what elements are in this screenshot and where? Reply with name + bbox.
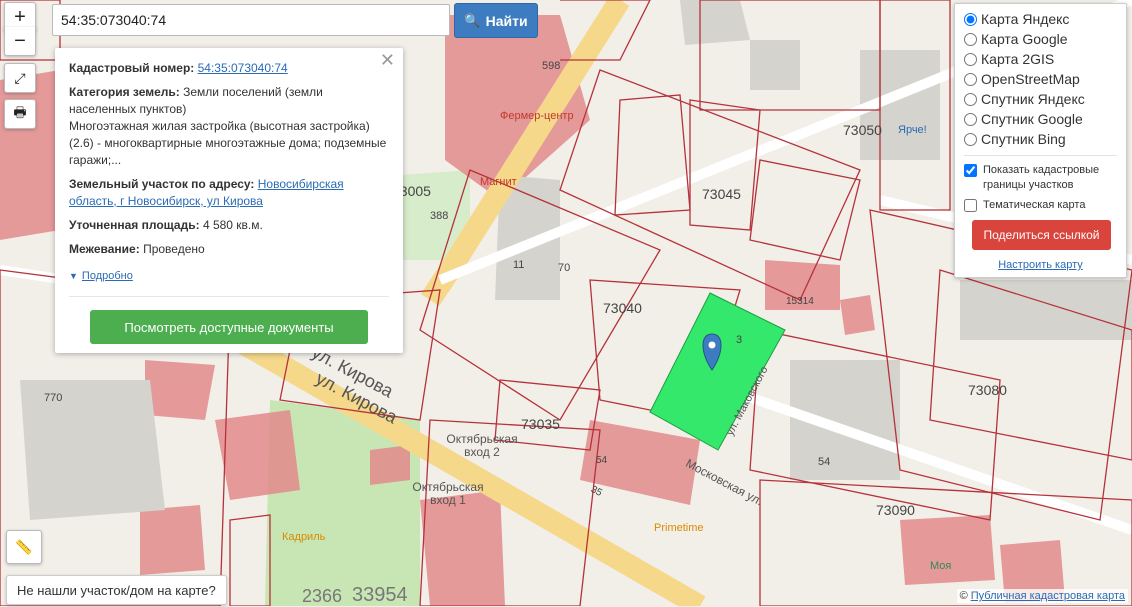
layer-option-label: Спутник Яндекс (981, 91, 1085, 107)
details-link[interactable]: Подробно (82, 268, 133, 285)
address-row: Земельный участок по адресу: Новосибирск… (69, 176, 389, 210)
survey-label: Межевание: (69, 242, 140, 256)
cadastral-number-label: Кадастровый номер: (69, 61, 195, 75)
print-icon[interactable]: 🖶 (4, 99, 36, 129)
show-boundaries-option[interactable]: Показать кадастровые границы участков (964, 163, 1117, 193)
layer-option-osm[interactable]: OpenStreetMap (964, 69, 1117, 89)
area-value: 4 580 кв.м. (202, 218, 263, 232)
layer-radio[interactable] (964, 12, 977, 26)
thematic-map-checkbox[interactable] (964, 199, 977, 212)
search-input[interactable] (52, 4, 450, 36)
layer-radio[interactable] (964, 112, 977, 126)
caret-down-icon: ▼ (69, 271, 78, 281)
copyright-symbol: © (959, 590, 968, 602)
layer-option-yandex-satellite[interactable]: Спутник Яндекс (964, 89, 1117, 109)
survey-row: Межевание: Проведено (69, 241, 389, 258)
close-icon[interactable]: ✕ (380, 51, 395, 69)
layer-radio[interactable] (964, 92, 977, 106)
layer-option-google-map[interactable]: Карта Google (964, 29, 1117, 49)
layer-radio[interactable] (964, 72, 977, 86)
details-toggle[interactable]: ▼ Подробно (69, 268, 389, 285)
fullscreen-icon[interactable]: ⤢ (4, 63, 36, 93)
land-category-label: Категория земель: (69, 85, 180, 99)
attribution: © Публичная кадастровая карта (956, 589, 1128, 603)
area-label: Уточненная площадь: (69, 218, 200, 232)
cadastral-number-row: Кадастровый номер: 54:35:073040:74 (69, 60, 389, 77)
layer-panel-divider (964, 155, 1117, 156)
layer-option-label: Спутник Bing (981, 131, 1066, 147)
thematic-map-label: Тематическая карта (983, 199, 1086, 211)
layer-option-label: Карта 2GIS (981, 51, 1055, 67)
parcel-info-popup: ✕ Кадастровый номер: 54:35:073040:74 Кат… (55, 48, 403, 353)
layer-option-label: Спутник Google (981, 111, 1083, 127)
map-settings-link[interactable]: Настроить карту (964, 259, 1117, 271)
layer-option-2gis-map[interactable]: Карта 2GIS (964, 49, 1117, 69)
land-category-row: Категория земель: Земли поселений (земли… (69, 84, 389, 169)
attribution-link[interactable]: Публичная кадастровая карта (971, 590, 1125, 602)
search-button-label: Найти (485, 12, 528, 29)
layer-radio[interactable] (964, 32, 977, 46)
layer-option-yandex-map[interactable]: Карта Яндекс (964, 9, 1117, 29)
search-icon: 🔍 (464, 12, 481, 28)
ruler-icon[interactable]: 📏 (6, 530, 42, 564)
layer-switcher-panel: Карта Яндекс Карта Google Карта 2GIS Ope… (954, 3, 1127, 278)
layer-radio[interactable] (964, 132, 977, 146)
view-documents-button[interactable]: Посмотреть доступные документы (90, 310, 368, 344)
cadastral-number-link[interactable]: 54:35:073040:74 (198, 61, 288, 75)
popup-divider (69, 296, 389, 297)
zoom-out-button[interactable]: − (4, 27, 36, 56)
layer-option-bing-satellite[interactable]: Спутник Bing (964, 129, 1117, 149)
show-boundaries-label: Показать кадастровые границы участков (983, 164, 1100, 191)
search-button[interactable]: 🔍 Найти (454, 3, 538, 38)
address-label: Земельный участок по адресу: (69, 177, 255, 191)
show-boundaries-checkbox[interactable] (964, 164, 977, 177)
layer-option-label: Карта Google (981, 31, 1068, 47)
survey-value: Проведено (143, 242, 205, 256)
layer-option-label: Карта Яндекс (981, 11, 1070, 27)
land-usage-text: Многоэтажная жилая застройка (высотная з… (69, 119, 387, 167)
thematic-map-option[interactable]: Тематическая карта (964, 198, 1117, 213)
layer-option-google-satellite[interactable]: Спутник Google (964, 109, 1117, 129)
share-link-button[interactable]: Поделиться ссылкой (972, 220, 1111, 250)
layer-option-label: OpenStreetMap (981, 71, 1080, 87)
layer-radio[interactable] (964, 52, 977, 66)
not-found-button[interactable]: Не нашли участок/дом на карте? (6, 575, 227, 605)
area-row: Уточненная площадь: 4 580 кв.м. (69, 217, 389, 234)
